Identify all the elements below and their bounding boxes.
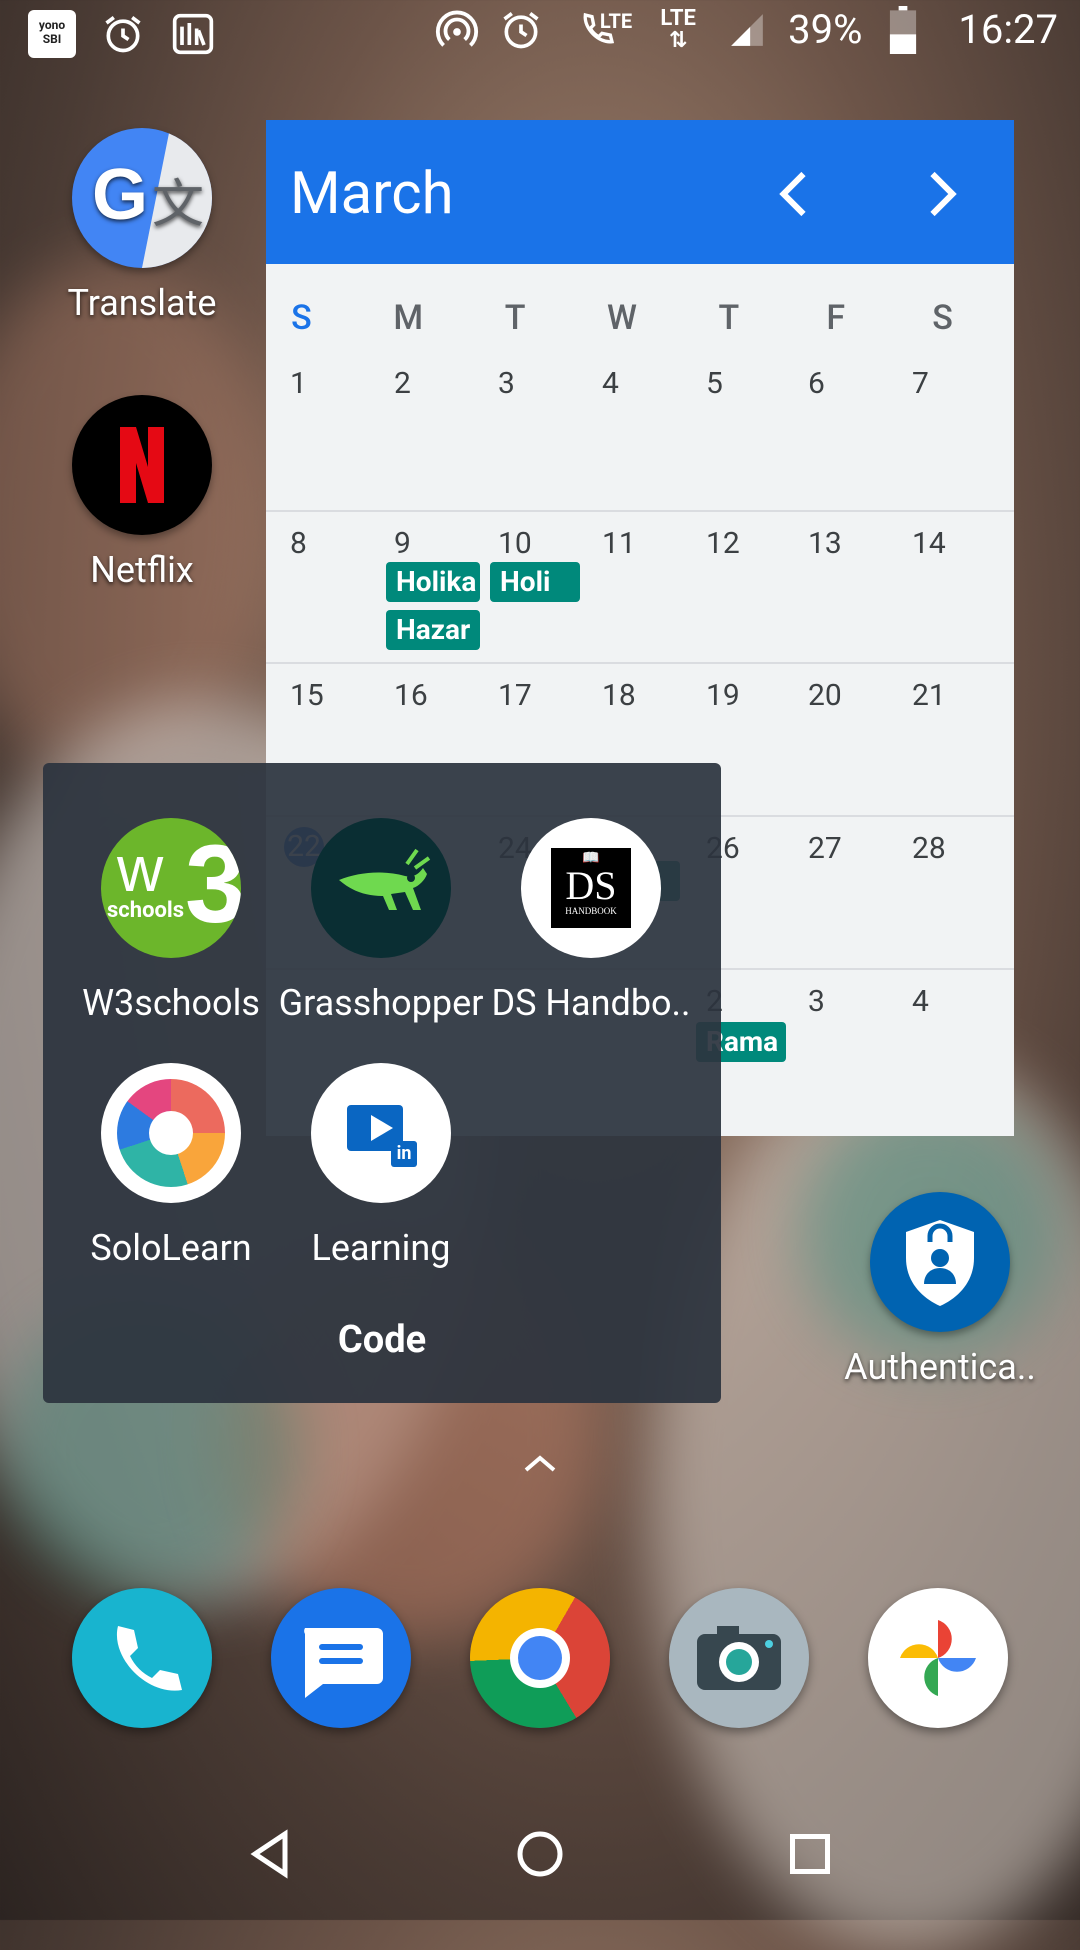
volte-call-icon: LTE	[562, 7, 632, 53]
back-button[interactable]	[240, 1824, 300, 1884]
calendar-day[interactable]: 28	[912, 831, 946, 866]
app-label: DS Handbo..	[491, 982, 691, 1024]
authenticator-icon	[870, 1192, 1010, 1332]
app-label: Grasshopper	[278, 982, 484, 1024]
app-label: Learning	[311, 1227, 451, 1269]
photos-icon[interactable]	[868, 1588, 1008, 1728]
app-folder-code[interactable]: 3 w schools W3schools Grasshopper 📖 DS H…	[43, 763, 721, 1403]
calendar-day[interactable]: 14	[912, 526, 946, 561]
grasshopper-icon	[311, 818, 451, 958]
clock-time: 16:27	[958, 6, 1058, 53]
battery-icon	[880, 5, 926, 54]
weekday-label: T	[504, 298, 526, 338]
lte-signal-icon: LTE ⇅	[660, 5, 696, 53]
app-drawer-chevron-up-icon[interactable]	[520, 1448, 560, 1478]
phone-icon[interactable]	[72, 1588, 212, 1728]
calendar-day[interactable]: 5	[706, 366, 723, 401]
battery-percent: 39%	[788, 6, 863, 53]
linkedin-learning-app[interactable]: in Learning	[276, 1063, 486, 1269]
calendar-day[interactable]: 4	[912, 984, 929, 1019]
calendar-day[interactable]: 17	[498, 678, 532, 713]
navigation-bar	[0, 1788, 1080, 1920]
calendar-day[interactable]: 27	[808, 831, 842, 866]
netflix-app[interactable]: Netflix	[47, 395, 237, 591]
weekday-label: T	[718, 298, 740, 338]
w3schools-icon: 3 w schools	[101, 818, 241, 958]
weekday-label: W	[607, 298, 637, 338]
sololearn-app[interactable]: SoloLearn	[66, 1063, 276, 1269]
alarm-icon	[100, 11, 146, 57]
recents-square-icon	[790, 1834, 830, 1874]
app-label: Authentica..	[844, 1346, 1036, 1388]
calendar-day[interactable]: 3	[808, 984, 825, 1019]
ds-handbook-icon: 📖 DS HANDBOOK	[521, 818, 661, 958]
calendar-header: March	[266, 120, 1014, 264]
weekday-header: S M T W T F S	[248, 298, 996, 338]
calendar-day[interactable]: 10	[498, 526, 532, 561]
ds-handbook-app[interactable]: 📖 DS HANDBOOK DS Handbo..	[486, 818, 696, 1024]
calendar-event[interactable]: Hazar	[386, 610, 480, 650]
calendar-day[interactable]: 15	[290, 678, 324, 713]
chevron-left-icon	[779, 171, 806, 217]
weekday-label: F	[826, 298, 846, 338]
calendar-day[interactable]: 19	[706, 678, 740, 713]
status-bar: yono SBI LTE LTE ⇅ 39% 16:27	[0, 0, 1080, 72]
calendar-day[interactable]: 9	[394, 526, 411, 561]
book-app-icon	[170, 11, 216, 57]
previous-month-button[interactable]	[766, 164, 826, 224]
calendar-day[interactable]: 4	[602, 366, 619, 401]
google-translate-icon: G 文	[72, 128, 212, 268]
weekday-label: M	[393, 298, 424, 338]
calendar-month: March	[290, 160, 454, 228]
weekday-label: S	[932, 298, 953, 338]
calendar-day[interactable]: 3	[498, 366, 515, 401]
alarm-icon	[498, 7, 544, 53]
w3schools-app[interactable]: 3 w schools W3schools	[66, 818, 276, 1024]
calendar-day[interactable]: 13	[808, 526, 842, 561]
calendar-day[interactable]: 16	[394, 678, 428, 713]
app-label: Translate	[67, 282, 217, 324]
calendar-week: 8 9 10 11 12 13 14 Holika Hazar Holi	[266, 510, 1014, 664]
signal-icon	[724, 7, 770, 53]
calendar-day[interactable]: 20	[808, 678, 842, 713]
chevron-right-icon	[930, 171, 957, 217]
sololearn-icon	[101, 1063, 241, 1203]
hotspot-icon	[434, 7, 480, 53]
app-label: Netflix	[90, 549, 194, 591]
calendar-day[interactable]: 18	[602, 678, 636, 713]
calendar-day[interactable]: 12	[706, 526, 740, 561]
home-circle-icon	[517, 1831, 563, 1877]
back-triangle-icon	[250, 1829, 288, 1879]
calendar-day[interactable]: 7	[912, 366, 929, 401]
home-button[interactable]	[510, 1824, 570, 1884]
calendar-day[interactable]: 6	[808, 366, 825, 401]
recents-button[interactable]	[780, 1824, 840, 1884]
yono-sbi-icon: yono SBI	[28, 10, 76, 58]
next-month-button[interactable]	[910, 164, 970, 224]
calendar-event[interactable]: Holi	[490, 562, 580, 602]
netflix-icon	[72, 395, 212, 535]
calendar-day[interactable]: 21	[912, 678, 946, 713]
translate-app[interactable]: G 文 Translate	[47, 128, 237, 324]
folder-name[interactable]: Code	[43, 1318, 721, 1362]
messages-icon[interactable]	[271, 1588, 411, 1728]
weekday-label: S	[291, 298, 312, 338]
calendar-event[interactable]: Holika	[386, 562, 480, 602]
calendar-day[interactable]: 11	[602, 526, 636, 561]
calendar-week: 1 2 3 4 5 6 7	[266, 352, 1014, 504]
calendar-day[interactable]: 2	[394, 366, 411, 401]
calendar-day[interactable]: 1	[290, 366, 307, 401]
authenticator-app[interactable]: Authentica..	[843, 1192, 1037, 1388]
app-label: W3schools	[82, 982, 260, 1024]
camera-icon[interactable]	[669, 1588, 809, 1728]
chrome-icon[interactable]	[470, 1588, 610, 1728]
calendar-day[interactable]: 8	[290, 526, 307, 561]
grasshopper-app[interactable]: Grasshopper	[276, 818, 486, 1024]
linkedin-learning-icon: in	[311, 1063, 451, 1203]
app-label: SoloLearn	[90, 1227, 252, 1269]
